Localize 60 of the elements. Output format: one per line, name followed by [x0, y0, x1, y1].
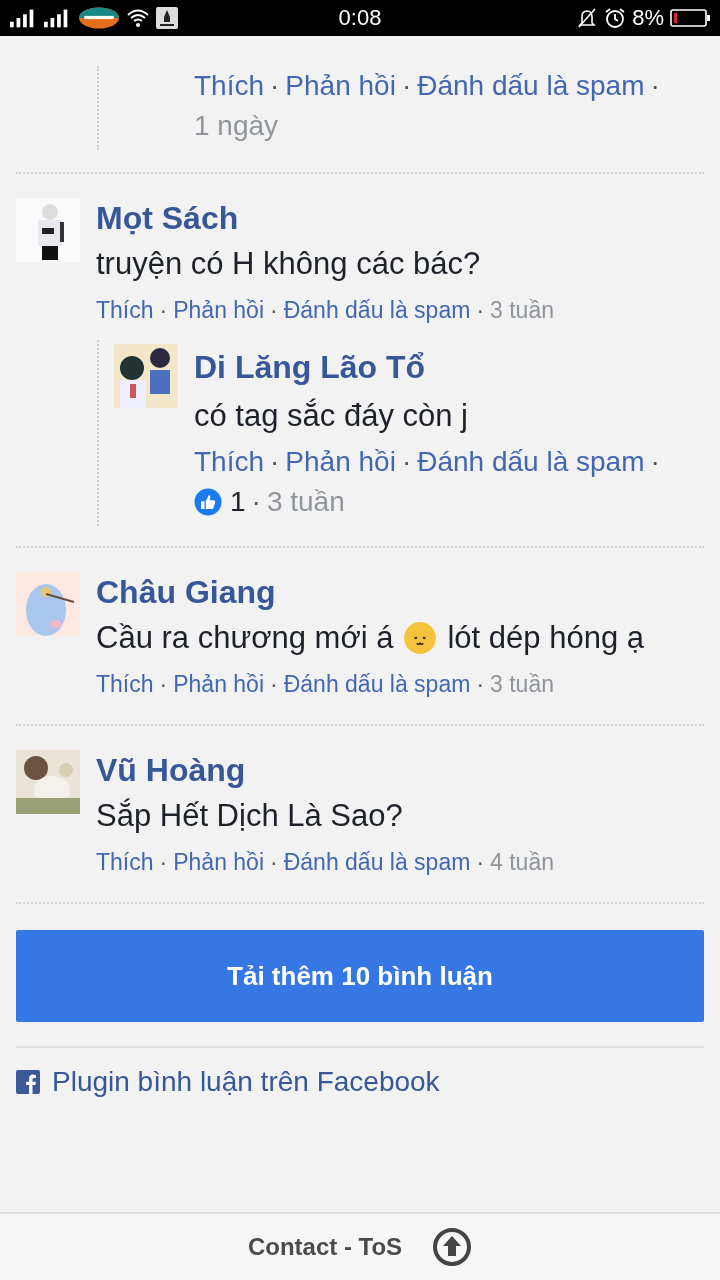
separator-dot: ·: [270, 670, 278, 699]
like-link[interactable]: Thích: [96, 290, 154, 330]
separator-dot: ·: [401, 69, 412, 103]
scroll-to-top-icon[interactable]: [432, 1227, 473, 1267]
separator-dot: ·: [159, 670, 168, 699]
facebook-plugin-link[interactable]: Plugin bình luận trên Facebook: [52, 1066, 440, 1098]
separator-dot: ·: [476, 296, 485, 325]
separator-dot: ·: [270, 445, 280, 479]
wifi-icon: [126, 8, 150, 28]
commenter-name[interactable]: Vũ Hoàng: [96, 750, 246, 790]
reply-link[interactable]: Phản hồi: [285, 442, 396, 482]
bell-off-icon: [576, 7, 599, 29]
commenter-name[interactable]: Mọt Sách: [96, 198, 239, 238]
smiley-emoji-icon: [403, 621, 438, 655]
like-link[interactable]: Thích: [96, 664, 154, 704]
comment-time: 1 ngày: [194, 109, 279, 143]
comment-text: lót dép hóng ạ: [447, 619, 644, 657]
mark-spam-link[interactable]: Đánh dấu là spam: [283, 290, 471, 330]
battery-percent: 8%: [632, 5, 664, 31]
comment-time: 3 tuần: [266, 485, 345, 519]
reply-link[interactable]: Phản hồi: [173, 664, 264, 704]
load-more-button[interactable]: Tải thêm 10 bình luận: [16, 930, 704, 1022]
separator-dot: ·: [650, 445, 660, 479]
commenter-name[interactable]: Châu Giang: [96, 572, 276, 612]
separator-dot: ·: [650, 69, 660, 103]
battery-icon: [670, 8, 710, 28]
separator-dot: ·: [270, 69, 280, 103]
like-link[interactable]: Thích: [194, 442, 265, 482]
comment-text: Sắp Hết Dịch Là Sao?: [96, 797, 403, 835]
commenter-name[interactable]: Di Lăng Lão Tổ: [194, 344, 426, 390]
alarm-icon: [604, 7, 627, 29]
separator-dot: ·: [159, 296, 168, 325]
thumbs-up-icon: [194, 488, 222, 516]
clock-time: 0:08: [338, 5, 382, 31]
mark-spam-link[interactable]: Đánh dấu là spam: [417, 66, 645, 106]
separator-dot: ·: [251, 485, 261, 519]
comment-time: 3 tuần: [490, 296, 554, 325]
reply-link[interactable]: Phản hồi: [173, 842, 264, 882]
mark-spam-link[interactable]: Đánh dấu là spam: [283, 842, 471, 882]
reply-link[interactable]: Phản hồi: [285, 66, 396, 106]
comment-text: có tag sắc đáy còn j: [194, 397, 468, 435]
comment-time: 3 tuần: [490, 670, 554, 699]
separator-dot: ·: [476, 848, 485, 877]
separator-dot: ·: [270, 296, 278, 325]
mark-spam-link[interactable]: Đánh dấu là spam: [417, 442, 645, 482]
carrier-logo-icon: [78, 6, 120, 30]
separator-dot: ·: [159, 848, 168, 877]
like-link[interactable]: Thích: [194, 66, 265, 106]
comment-time: 4 tuần: [490, 848, 554, 877]
separator-dot: ·: [476, 670, 485, 699]
comment-text: Cầu ra chương mới á: [96, 619, 394, 657]
like-link[interactable]: Thích: [96, 842, 154, 882]
mark-spam-link[interactable]: Đánh dấu là spam: [283, 664, 471, 704]
like-count: 1: [230, 485, 246, 519]
separator-dot: ·: [270, 848, 278, 877]
facebook-icon: [16, 1070, 40, 1094]
reply-link[interactable]: Phản hồi: [173, 290, 264, 330]
comment-text: truyện có H không các bác?: [96, 245, 481, 283]
separator-dot: ·: [401, 445, 412, 479]
contact-tos-link[interactable]: Contact - ToS: [247, 1233, 403, 1261]
